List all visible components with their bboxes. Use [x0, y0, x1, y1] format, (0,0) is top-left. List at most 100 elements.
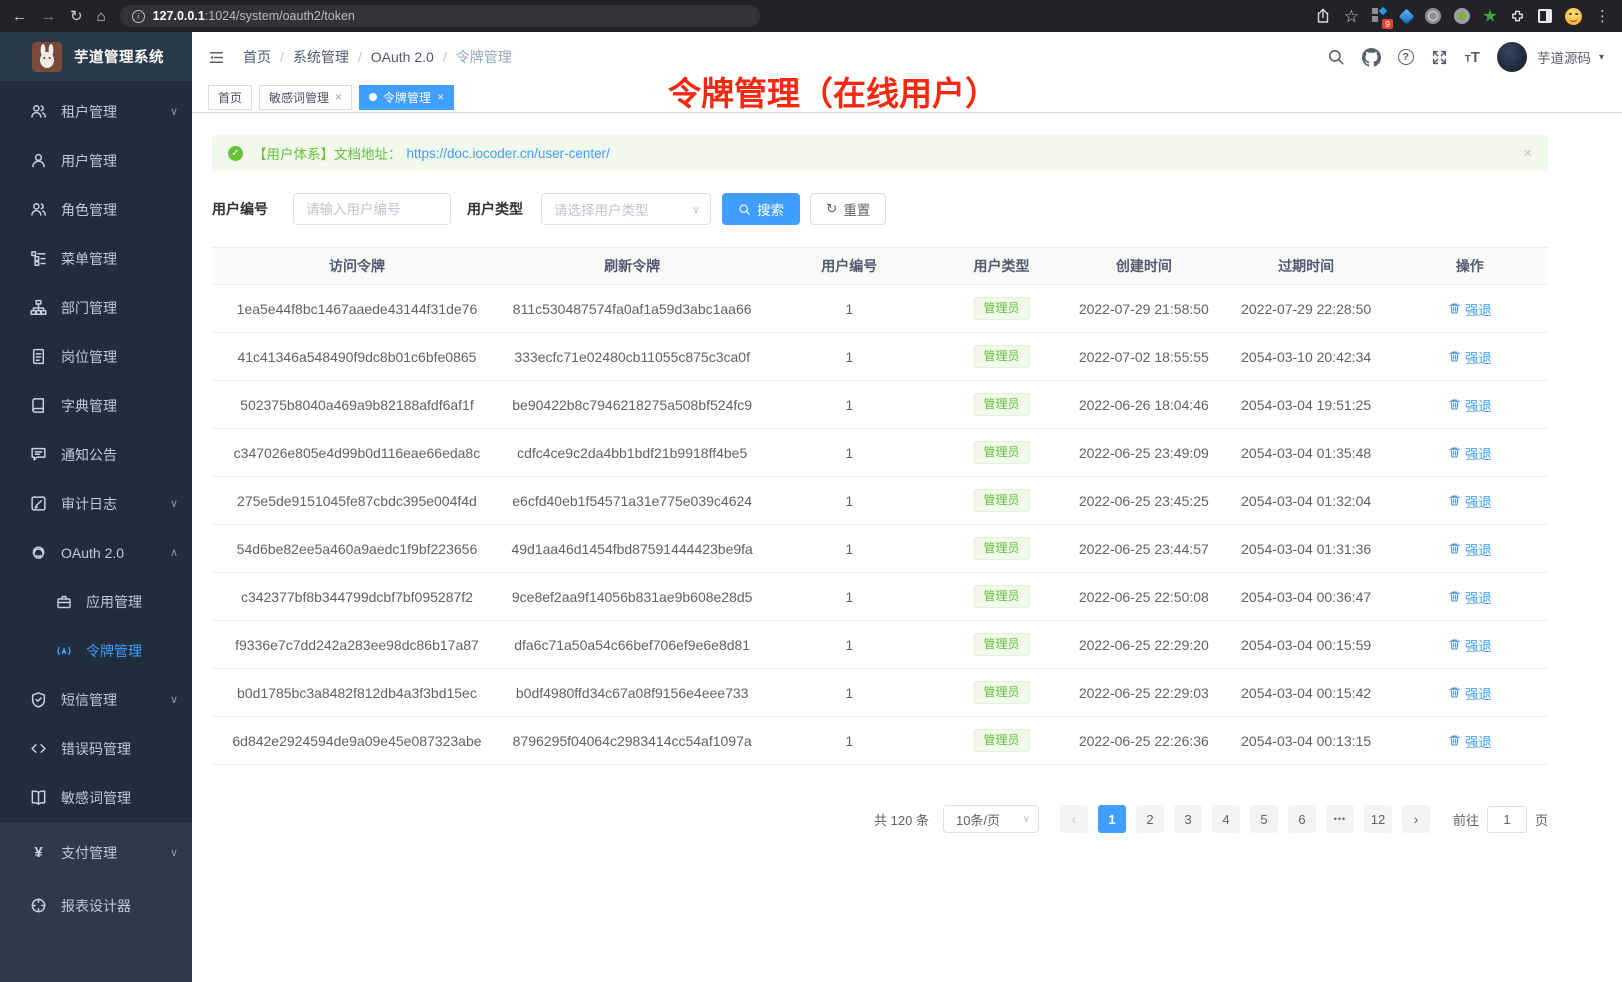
sidebar-item-dict-management[interactable]: 字典管理 — [0, 381, 192, 430]
force-logout-button[interactable]: 强退 — [1448, 443, 1492, 463]
sidebar-item-error-code-management[interactable]: 错误码管理 — [0, 724, 192, 773]
sidebar-item-tenant-management[interactable]: 租户管理 ∨ — [0, 87, 192, 136]
sidebar-item-sensitive-word-management[interactable]: 敏感词管理 — [0, 773, 192, 822]
sidebar-item-payment-management[interactable]: ¥ 支付管理 ∨ — [0, 826, 192, 879]
sidebar-item-audit-log[interactable]: 审计日志 ∨ — [0, 479, 192, 528]
force-logout-button[interactable]: 强退 — [1448, 731, 1492, 751]
sidebar-item-label: 报表设计器 — [61, 896, 131, 916]
sidebar: 芋道管理系统 租户管理 ∨ 用户管理 角色管理 菜单管理 部门管理 — [0, 32, 192, 982]
force-logout-button[interactable]: 强退 — [1448, 587, 1492, 607]
sidebar-item-token-management[interactable]: 令牌管理 — [0, 626, 192, 675]
sidebar-item-post-management[interactable]: 岗位管理 — [0, 332, 192, 381]
sidebar-item-dept-management[interactable]: 部门管理 — [0, 283, 192, 332]
force-logout-button[interactable]: 强退 — [1448, 395, 1492, 415]
user-type-badge: 管理员 — [974, 489, 1030, 511]
breadcrumb-home[interactable]: 首页 — [243, 47, 271, 67]
bookmark-star-icon[interactable]: ☆ — [1344, 8, 1359, 25]
actions-cell: 强退 — [1392, 525, 1548, 573]
close-icon[interactable]: × — [1523, 145, 1532, 162]
refresh-token-cell: e6cfd40eb1f54571a31e775e039c4624 — [502, 477, 763, 525]
username[interactable]: 芋道源码 — [1537, 47, 1591, 67]
user-id-input[interactable] — [293, 193, 451, 225]
page-size-select[interactable]: 10条/页 ∨ — [943, 805, 1039, 833]
back-icon[interactable]: ← — [12, 9, 27, 24]
fullscreen-icon[interactable] — [1431, 49, 1448, 66]
force-logout-button[interactable]: 强退 — [1448, 491, 1492, 511]
doc-link[interactable]: https://doc.iocoder.cn/user-center/ — [407, 146, 610, 161]
page-button-2[interactable]: 2 — [1136, 805, 1164, 833]
site-info-icon[interactable]: i — [132, 10, 145, 23]
col-refresh-token: 刷新令牌 — [502, 248, 763, 285]
trash-icon — [1448, 542, 1461, 555]
table-row: f9336e7c7dd242a283ee98dc86b17a87 dfa6c71… — [212, 621, 1548, 669]
avatar[interactable] — [1497, 42, 1527, 72]
tab-home[interactable]: 首页 — [208, 85, 252, 110]
force-logout-button[interactable]: 强退 — [1448, 635, 1492, 655]
more-pages-button[interactable]: ••• — [1326, 805, 1354, 833]
font-size-icon[interactable]: TT — [1465, 50, 1480, 65]
sidebar-item-notice-announcement[interactable]: 通知公告 — [0, 430, 192, 479]
tab-token-management[interactable]: 令牌管理 × — [359, 85, 454, 110]
profile-emoji-icon[interactable] — [1565, 8, 1582, 25]
page-button-5[interactable]: 5 — [1250, 805, 1278, 833]
expires-cell: 2054-03-04 00:15:59 — [1221, 621, 1392, 669]
github-icon[interactable] — [1362, 48, 1381, 67]
user-type-select[interactable]: 请选择用户类型 ∨ — [541, 193, 711, 225]
diamond-extension-icon[interactable] — [1399, 8, 1415, 24]
reset-button[interactable]: ↻ 重置 — [810, 193, 886, 225]
page-button-12[interactable]: 12 — [1364, 805, 1392, 833]
goto-page-input[interactable] — [1487, 806, 1527, 833]
page-button-1[interactable]: 1 — [1098, 805, 1126, 833]
sidebar-item-report-designer[interactable]: 报表设计器 — [0, 879, 192, 932]
share-icon[interactable] — [1315, 8, 1331, 24]
command-extension-icon[interactable] — [1425, 8, 1441, 24]
created-cell: 2022-07-29 21:58:50 — [1067, 285, 1221, 333]
sidebar-item-sms-management[interactable]: 短信管理 ∨ — [0, 675, 192, 724]
sidebar-item-app-management[interactable]: 应用管理 — [0, 577, 192, 626]
expires-cell: 2054-03-04 00:15:42 — [1221, 669, 1392, 717]
sidebar-item-role-management[interactable]: 角色管理 — [0, 185, 192, 234]
actions-cell: 强退 — [1392, 717, 1548, 765]
home-icon[interactable]: ⌂ — [97, 9, 106, 24]
page-button-4[interactable]: 4 — [1212, 805, 1240, 833]
goto-unit: 页 — [1535, 810, 1548, 829]
reload-icon[interactable]: ↻ — [70, 9, 83, 24]
browser-menu-icon[interactable]: ⋮ — [1595, 9, 1610, 24]
sidebar-collapse-icon[interactable] — [208, 49, 225, 66]
next-page-button[interactable]: › — [1402, 805, 1430, 833]
force-logout-button[interactable]: 强退 — [1448, 683, 1492, 703]
token-table: 访问令牌 刷新令牌 用户编号 用户类型 创建时间 过期时间 操作 1ea5e44… — [212, 247, 1548, 765]
search-button[interactable]: 搜索 — [722, 193, 800, 225]
close-icon[interactable]: × — [335, 90, 342, 104]
green-dot-extension-icon[interactable] — [1454, 8, 1470, 24]
help-icon[interactable]: ? — [1398, 49, 1414, 65]
tab-split-icon[interactable] — [1538, 9, 1552, 23]
prev-page-button[interactable]: ‹ — [1060, 805, 1088, 833]
forward-icon[interactable]: → — [41, 9, 56, 24]
breadcrumb-oauth[interactable]: OAuth 2.0 — [371, 49, 434, 65]
announcement-icon — [30, 446, 47, 463]
open-book-icon — [30, 789, 47, 806]
sidebar-item-user-management[interactable]: 用户管理 — [0, 136, 192, 185]
sidebar-item-menu-management[interactable]: 菜单管理 — [0, 234, 192, 283]
tab-sensitive-words[interactable]: 敏感词管理 × — [259, 85, 352, 110]
extensions-grid-icon[interactable]: 9 — [1372, 8, 1388, 24]
sidebar-item-label: 租户管理 — [61, 102, 117, 122]
search-icon[interactable] — [1327, 48, 1345, 66]
green-star-extension-icon[interactable] — [1483, 9, 1497, 23]
page-button-6[interactable]: 6 — [1288, 805, 1316, 833]
force-logout-button[interactable]: 强退 — [1448, 299, 1492, 319]
puzzle-extension-icon[interactable] — [1510, 9, 1525, 24]
sidebar-item-label: 审计日志 — [61, 494, 117, 514]
user-menu-caret-icon[interactable]: ▾ — [1599, 52, 1604, 63]
sidebar-item-oauth2[interactable]: OAuth 2.0 ∧ — [0, 528, 192, 577]
address-bar[interactable]: i 127.0.0.1:1024/system/oauth2/token — [120, 5, 760, 27]
sidebar-item-label: 用户管理 — [61, 151, 117, 171]
app-logo-row[interactable]: 芋道管理系统 — [0, 32, 192, 81]
page-button-3[interactable]: 3 — [1174, 805, 1202, 833]
breadcrumb-separator: / — [280, 49, 284, 65]
breadcrumb-system[interactable]: 系统管理 — [293, 47, 349, 67]
force-logout-button[interactable]: 强退 — [1448, 347, 1492, 367]
force-logout-button[interactable]: 强退 — [1448, 539, 1492, 559]
close-icon[interactable]: × — [437, 90, 444, 104]
